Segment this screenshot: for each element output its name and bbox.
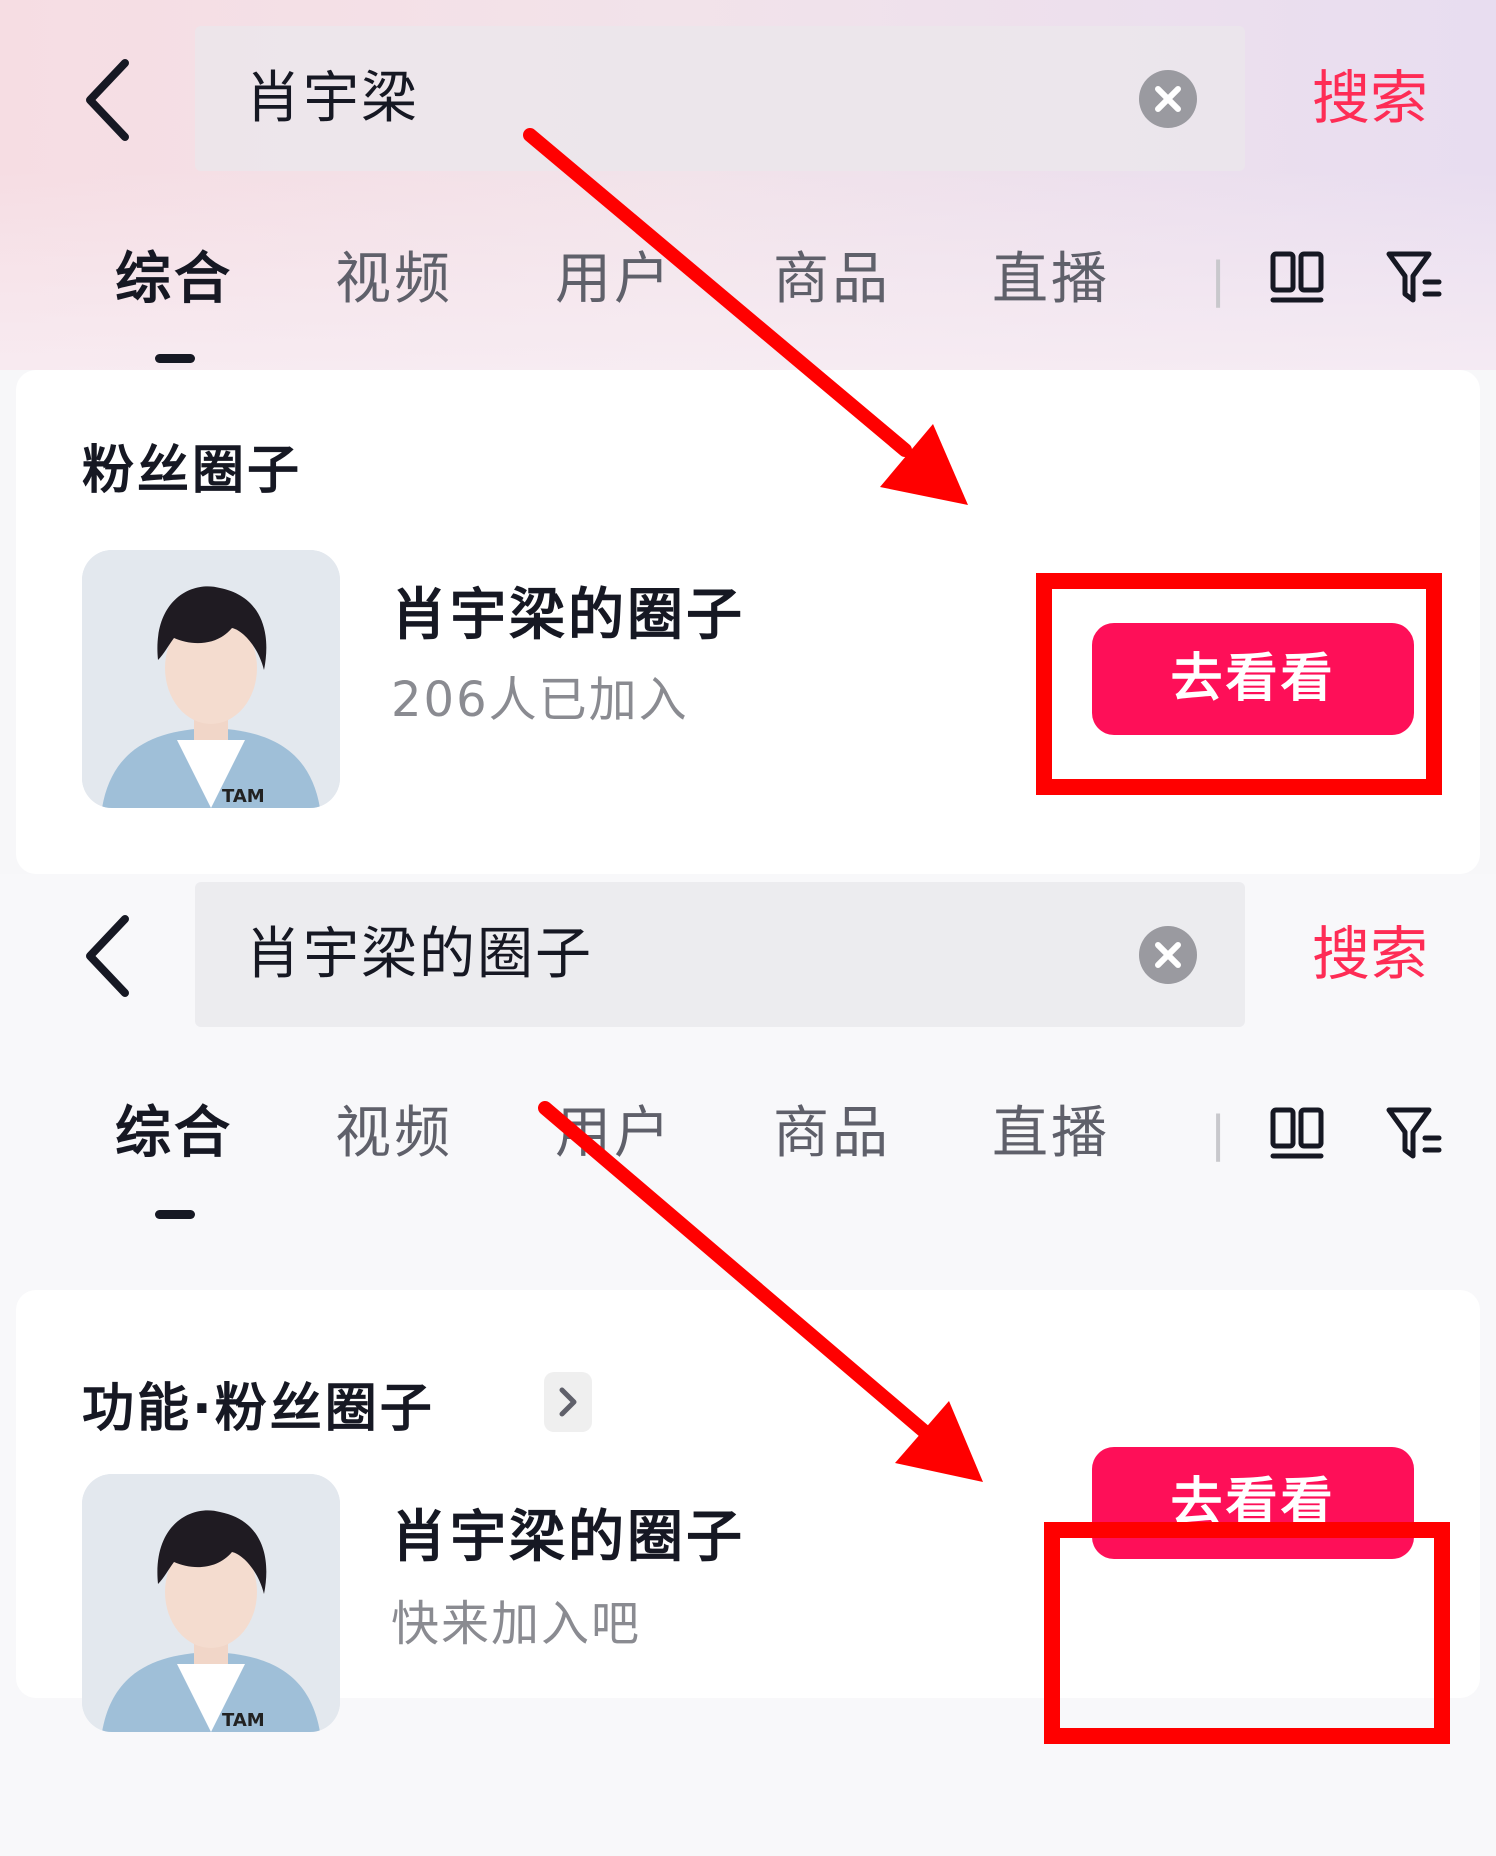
- svg-text:TAM: TAM: [222, 786, 265, 807]
- search-query: 肖宇梁的圈子: [245, 922, 593, 987]
- filter-icon[interactable]: [1385, 1104, 1445, 1164]
- tab-users[interactable]: 用户: [555, 220, 673, 340]
- top-screenshot: 肖宇梁 搜索 综合 视频 用户 商品 直播 | 粉丝圈子 TAM 肖宇梁的圈子 …: [0, 0, 1496, 874]
- circle-member-count: 206人已加入: [391, 672, 689, 728]
- dual-column-icon[interactable]: [1268, 1104, 1328, 1164]
- section-title: 粉丝圈子: [82, 441, 303, 501]
- annotation-highlight-box: [1044, 1522, 1450, 1744]
- tab-products[interactable]: 商品: [773, 220, 891, 340]
- avatar[interactable]: TAM: [82, 1474, 340, 1732]
- chevron-right-icon[interactable]: [544, 1372, 592, 1432]
- tab-live[interactable]: 直播: [992, 220, 1110, 340]
- annotation-highlight-box: [1036, 573, 1442, 795]
- bottom-screenshot: 肖宇梁的圈子 搜索 综合 视频 用户 商品 直播 | 功能·粉丝圈子 TAM 肖…: [0, 874, 1496, 1856]
- dual-column-icon[interactable]: [1268, 248, 1328, 308]
- tab-overflow-fade: |: [1210, 252, 1227, 308]
- search-input[interactable]: 肖宇梁: [195, 26, 1245, 171]
- search-button[interactable]: 搜索: [1310, 882, 1430, 1027]
- search-query: 肖宇梁: [245, 66, 419, 131]
- tab-live[interactable]: 直播: [992, 1074, 1110, 1194]
- circle-name[interactable]: 肖宇梁的圈子: [391, 1492, 745, 1573]
- back-icon[interactable]: [80, 55, 140, 145]
- search-input[interactable]: 肖宇梁的圈子: [195, 882, 1245, 1027]
- tab-overflow-fade: |: [1210, 1106, 1227, 1162]
- tab-video[interactable]: 视频: [335, 1074, 453, 1194]
- search-button[interactable]: 搜索: [1310, 26, 1430, 171]
- section-title: 功能·粉丝圈子: [82, 1379, 435, 1439]
- tab-users[interactable]: 用户: [555, 1074, 673, 1194]
- circle-name[interactable]: 肖宇梁的圈子: [391, 570, 745, 651]
- svg-text:TAM: TAM: [222, 1710, 265, 1731]
- filter-icon[interactable]: [1385, 248, 1445, 308]
- tab-active-indicator: [155, 354, 195, 363]
- back-icon[interactable]: [80, 911, 140, 1001]
- clear-icon[interactable]: [1139, 70, 1197, 128]
- tab-active-indicator: [155, 1210, 195, 1219]
- tab-general[interactable]: 综合: [115, 220, 233, 340]
- avatar[interactable]: TAM: [82, 550, 340, 808]
- circle-status: 快来加入吧: [391, 1596, 642, 1652]
- tab-general[interactable]: 综合: [115, 1074, 233, 1194]
- tab-video[interactable]: 视频: [335, 220, 453, 340]
- tab-products[interactable]: 商品: [773, 1074, 891, 1194]
- clear-icon[interactable]: [1139, 926, 1197, 984]
